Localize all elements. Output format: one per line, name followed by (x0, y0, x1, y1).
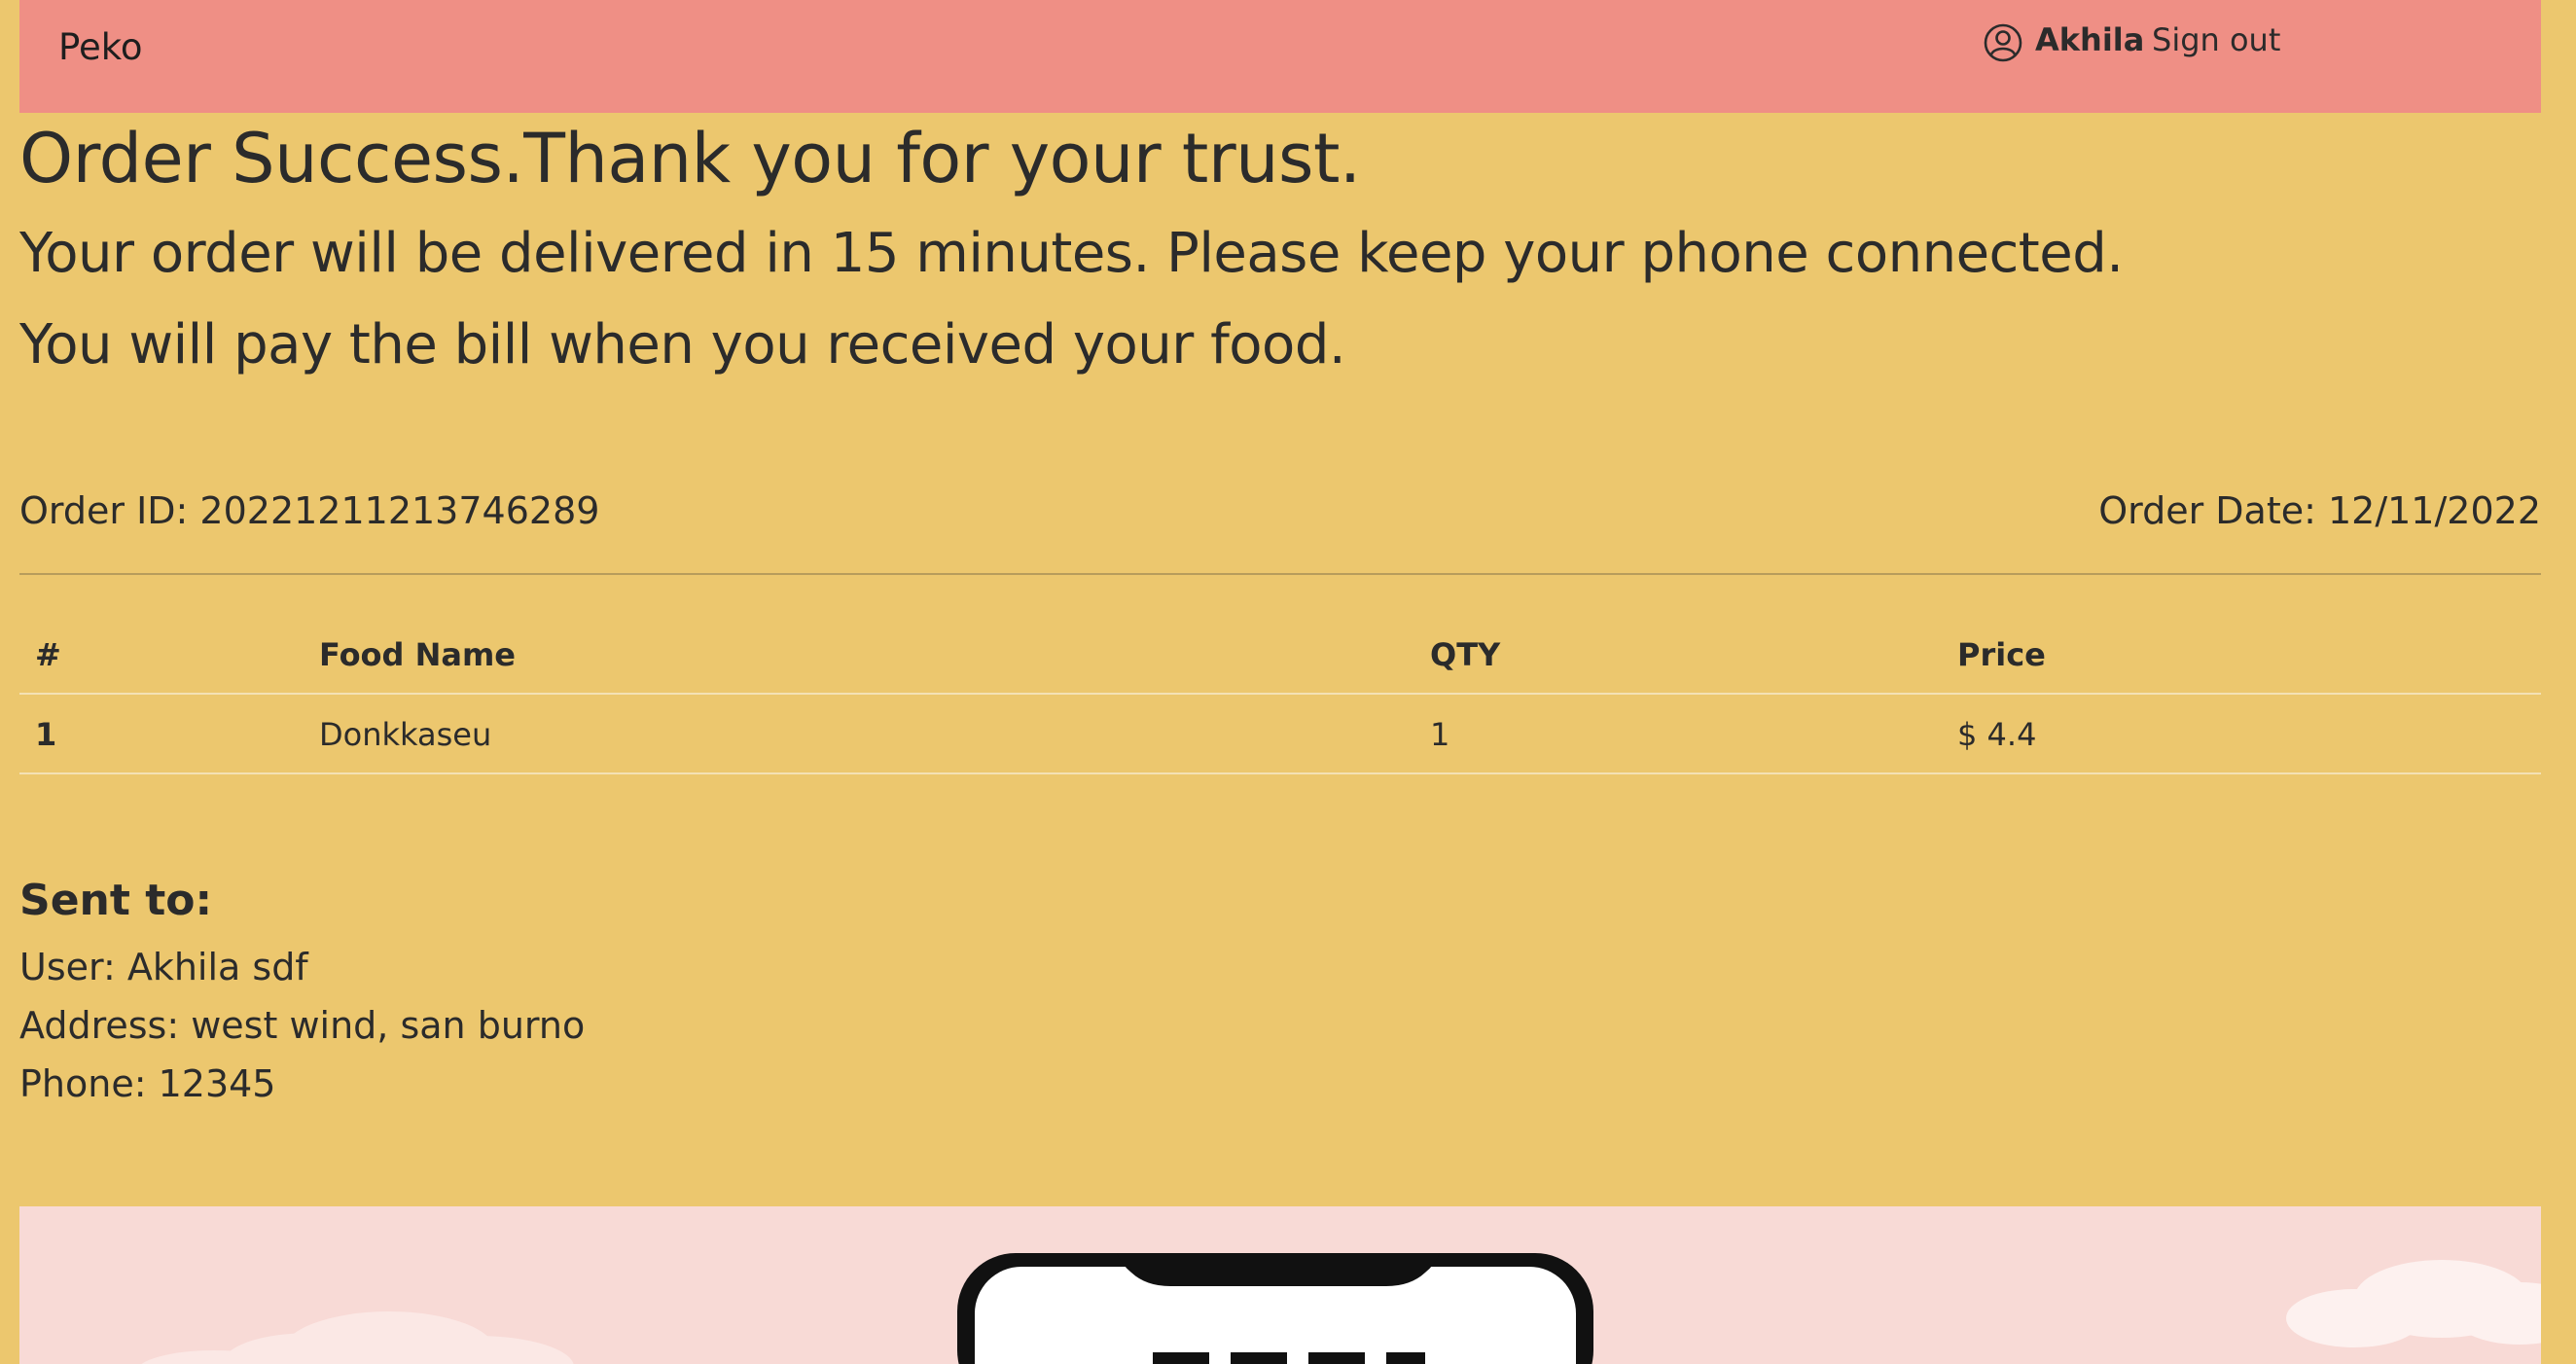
delivery-message: Your order will be delivered in 15 minut… (19, 222, 2124, 285)
cell-number: 1 (35, 716, 57, 753)
header-qty: QTY (1430, 636, 1501, 673)
order-date: Order Date: 12/11/2022 (2098, 489, 2541, 532)
table-header-row: # Food Name QTY Price (19, 615, 2541, 695)
table-row: 1 Donkkaseu 1 $ 4.4 (19, 695, 2541, 774)
sent-to-heading: Sent to: (19, 876, 213, 925)
header-price: Price (1957, 636, 2046, 673)
order-success-title: Order Success.Thank you for your trust. (19, 119, 1361, 198)
username-link[interactable]: Akhila (2035, 21, 2144, 58)
header-number: # (35, 636, 61, 673)
order-items-table: # Food Name QTY Price 1 Donkkaseu 1 $ 4.… (19, 615, 2541, 774)
sent-to-phone: Phone: 12345 (19, 1062, 276, 1105)
order-id: Order ID: 20221211213746289 (19, 489, 600, 532)
cell-food-name: Donkkaseu (319, 716, 492, 753)
payment-message: You will pay the bill when you received … (19, 313, 1346, 377)
cell-price: $ 4.4 (1957, 716, 2037, 753)
brand-logo[interactable]: Peko (58, 26, 143, 68)
order-success-page: Peko Akhila Sign out Order Success.Thank… (0, 0, 2576, 1364)
sent-to-address: Address: west wind, san burno (19, 1004, 586, 1047)
phone-illustration (957, 1253, 1593, 1364)
divider (19, 573, 2541, 575)
cell-qty: 1 (1430, 716, 1450, 753)
header-food-name: Food Name (319, 636, 516, 673)
promo-banner (19, 1206, 2541, 1364)
user-circle-icon[interactable] (1983, 22, 2023, 63)
cloud-left-illustration (141, 1311, 574, 1364)
sign-out-link[interactable]: Sign out (2152, 21, 2280, 58)
cloud-right-illustration (2286, 1260, 2541, 1347)
navbar: Peko Akhila Sign out (19, 0, 2541, 113)
sent-to-user: User: Akhila sdf (19, 946, 308, 988)
